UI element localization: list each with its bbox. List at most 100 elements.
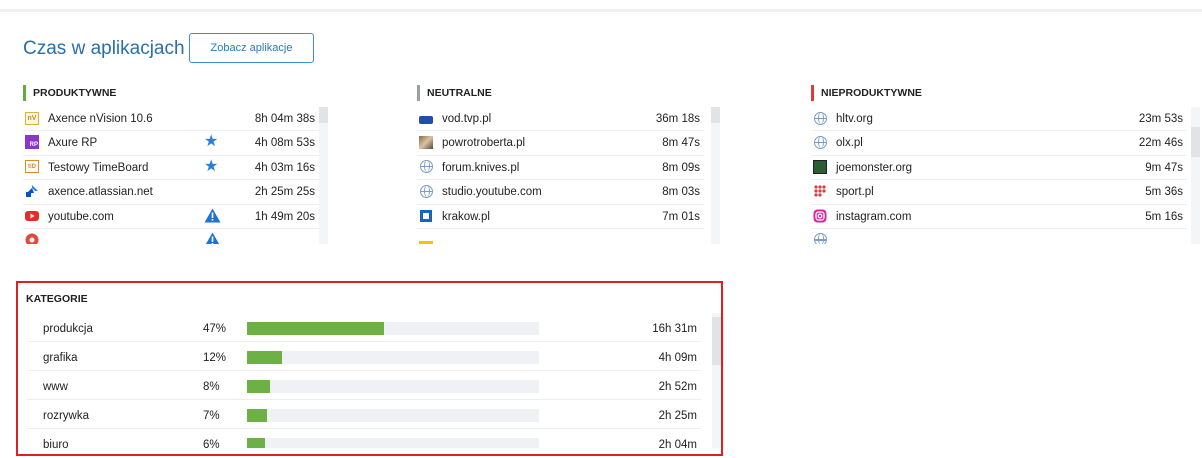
app-row[interactable]: youtube.com 1h 49m 20s <box>23 205 319 229</box>
app-row[interactable]: RP Axure RP ★ 4h 08m 53s <box>23 131 319 156</box>
app-column-nieproduktywne: NIEPRODUKTYWNE hltv.org 23m 53s olx.pl 22m 4… <box>811 84 1187 244</box>
star-icon: ★ <box>204 133 219 151</box>
app-name: youtube.com <box>48 210 114 223</box>
scrollbar-thumb[interactable] <box>712 317 721 365</box>
app-name: Axence nVision 10.6 <box>48 113 153 125</box>
app-name: axence.atlassian.net <box>48 186 153 199</box>
app-time: 1h 49m 20s <box>254 210 315 223</box>
category-row[interactable]: grafika 12% 4h 09m <box>27 342 701 371</box>
category-time: 2h 25m <box>658 410 697 422</box>
axence-nvision-icon: nV <box>25 111 39 125</box>
app-row[interactable] <box>23 229 319 244</box>
app-row[interactable]: hltv.org 23m 53s <box>811 107 1187 132</box>
see-apps-button[interactable]: Zobacz aplikacje <box>189 33 314 63</box>
category-percent: 47% <box>203 323 227 335</box>
category-bar-fill <box>247 322 385 335</box>
category-time: 4h 09m <box>658 352 697 364</box>
category-row[interactable]: produkcja 47% 16h 31m <box>27 313 701 342</box>
app-row[interactable] <box>811 229 1187 244</box>
categories-scrollbar[interactable] <box>712 313 721 448</box>
app-row[interactable]: instagram.com 5m 16s <box>811 205 1187 229</box>
app-list: vod.tvp.pl 36m 18s powrotroberta.pl 8m 47s f… <box>417 107 704 244</box>
app-row[interactable]: forum.knives.pl 8m 09s <box>417 156 704 181</box>
top-divider <box>0 0 1202 12</box>
column-scrollbar[interactable] <box>1191 107 1200 244</box>
column-label: PRODUKTYWNE <box>33 87 117 99</box>
column-scrollbar[interactable] <box>319 107 328 244</box>
column-label: NEUTRALNE <box>427 87 492 99</box>
app-name: studio.youtube.com <box>442 186 542 199</box>
app-time: 5m 16s <box>1145 210 1183 223</box>
app-time: 8m 03s <box>662 186 700 199</box>
instagram-icon <box>813 209 827 223</box>
categories-list: produkcja 47% 16h 31m grafika 12% 4h 09m www 8%… <box>27 313 701 448</box>
category-percent: 6% <box>203 439 220 448</box>
app-name: Testowy TimeBoard <box>48 161 149 174</box>
categories-title: KATEGORIE <box>26 293 88 305</box>
app-row[interactable]: vod.tvp.pl 36m 18s <box>417 107 704 132</box>
app-row[interactable]: axence.atlassian.net 2h 25m 25s <box>23 180 319 205</box>
app-row[interactable]: krakow.pl 7m 01s <box>417 205 704 229</box>
category-time: 16h 31m <box>652 323 697 335</box>
column-header: NIEPRODUKTYWNE <box>811 84 1187 102</box>
category-row[interactable]: www 8% 2h 52m <box>27 371 701 400</box>
scrollbar-thumb[interactable] <box>319 107 328 123</box>
timeboard-icon: tiD <box>25 160 39 174</box>
app-time: 7m 01s <box>662 210 700 223</box>
column-label: NIEPRODUKTYWNE <box>821 87 922 99</box>
app-name: forum.knives.pl <box>442 161 520 174</box>
image-icon <box>419 135 433 149</box>
category-name: www <box>43 381 68 393</box>
category-name: biuro <box>43 439 69 448</box>
app-name: krakow.pl <box>442 210 490 223</box>
chrome-icon <box>25 233 39 244</box>
app-row[interactable]: tiD Testowy TimeBoard ★ 4h 03m 16s <box>23 156 319 181</box>
app-name: Axure RP <box>48 137 98 150</box>
app-row[interactable]: studio.youtube.com 8m 03s <box>417 180 704 205</box>
app-time: 8m 09s <box>662 161 700 174</box>
youtube-icon <box>25 209 39 223</box>
app-list: hltv.org 23m 53s olx.pl 22m 46s joemonster.o… <box>811 107 1187 244</box>
app-row[interactable]: powrotroberta.pl 8m 47s <box>417 131 704 156</box>
scrollbar-thumb[interactable] <box>711 107 720 123</box>
app-row[interactable]: sport.pl 5m 36s <box>811 180 1187 205</box>
section-title: Czas w aplikacjach <box>23 38 185 59</box>
category-name: rozrywka <box>43 410 90 422</box>
tvp-icon <box>419 111 433 125</box>
category-name: grafika <box>43 352 78 364</box>
category-bar-fill <box>247 380 271 393</box>
star-icon: ★ <box>204 157 219 175</box>
krakow-icon <box>419 209 433 223</box>
app-row[interactable] <box>417 229 704 244</box>
app-time: 22m 46s <box>1138 137 1183 150</box>
category-row[interactable]: biuro 6% 2h 04m <box>27 429 701 448</box>
app-row[interactable]: joemonster.org 9m 47s <box>811 156 1187 181</box>
column-scrollbar[interactable] <box>711 107 720 244</box>
app-name: olx.pl <box>836 137 863 150</box>
app-time: 5m 36s <box>1145 186 1183 199</box>
category-bar-track <box>247 380 539 393</box>
category-row[interactable]: rozrywka 7% 2h 25m <box>27 400 701 429</box>
scrollbar-thumb[interactable] <box>1191 127 1200 157</box>
category-bar-fill <box>247 351 283 364</box>
app-name: vod.tvp.pl <box>442 113 492 125</box>
category-bar-fill <box>247 438 265 448</box>
category-bar-fill <box>247 409 268 422</box>
app-time: 2h 25m 25s <box>254 186 315 199</box>
app-name: instagram.com <box>836 210 912 223</box>
app-list: nV Axence nVision 10.6 8h 04m 38s RP Axure R… <box>23 107 319 244</box>
category-time: 2h 52m <box>658 381 697 393</box>
app-row[interactable]: nV Axence nVision 10.6 8h 04m 38s <box>23 107 319 132</box>
warning-icon <box>204 208 221 227</box>
globe-icon <box>419 184 433 198</box>
category-percent: 12% <box>203 352 227 364</box>
column-header: NEUTRALNE <box>417 84 704 102</box>
app-row[interactable]: olx.pl 22m 46s <box>811 131 1187 156</box>
column-accent-bar <box>23 85 26 101</box>
warning-icon <box>204 232 221 244</box>
atlassian-icon <box>25 184 39 198</box>
yellow-site-icon <box>419 233 433 244</box>
app-time: 23m 53s <box>1138 113 1183 125</box>
column-header: PRODUKTYWNE <box>23 84 319 102</box>
app-time: 4h 03m 16s <box>254 161 315 174</box>
